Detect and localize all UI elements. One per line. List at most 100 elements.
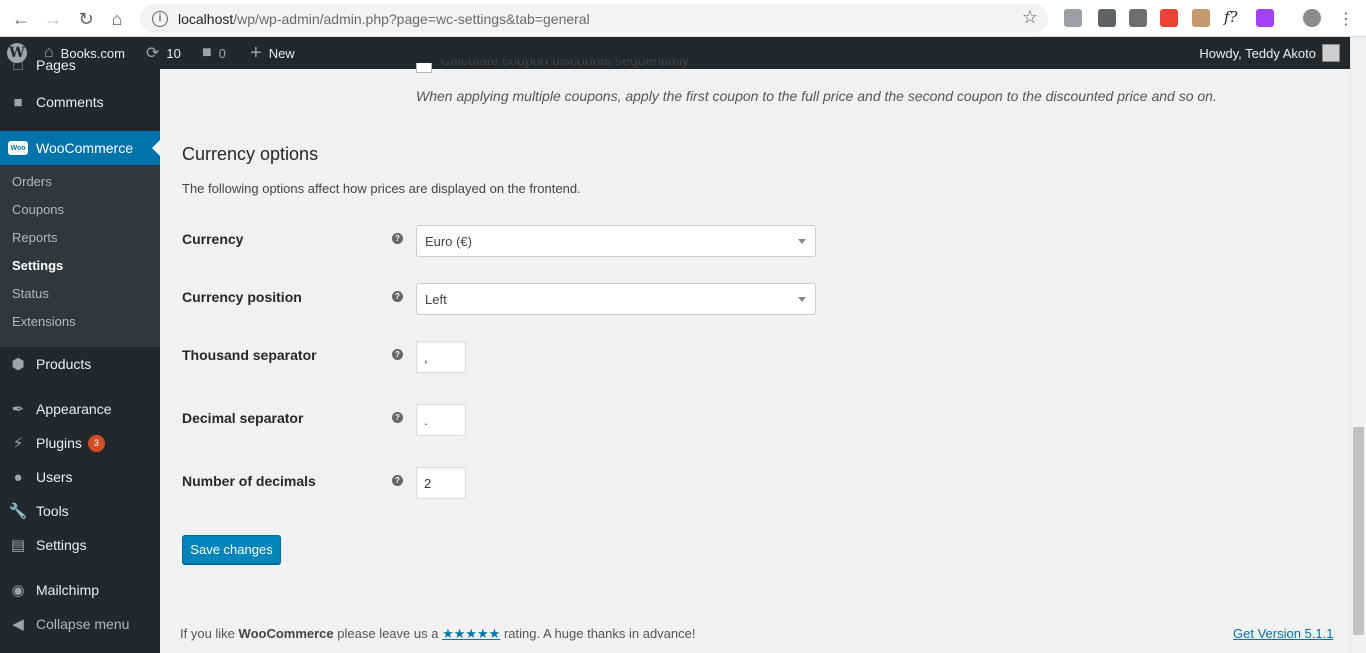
browser-menu-icon[interactable]: ⋮	[1333, 6, 1359, 32]
extension-icon-1[interactable]	[1064, 9, 1082, 27]
sidebar-item-mailchimp[interactable]: ◉ Mailchimp	[0, 573, 160, 607]
forward-button[interactable]: →	[40, 6, 66, 32]
section-title: Currency options	[182, 144, 319, 164]
address-bar[interactable]: i localhost/wp/wp-admin/admin.php?page=w…	[140, 4, 1048, 33]
back-button[interactable]: ←	[8, 6, 34, 32]
help-icon[interactable]: ?	[392, 475, 403, 486]
currency-position-label: Currency position	[182, 289, 302, 305]
thousand-separator-input[interactable]: ,	[416, 341, 466, 373]
submenu-extensions[interactable]: Extensions	[12, 314, 76, 329]
plugins-update-badge: 3	[87, 434, 105, 452]
updates-count: 10	[166, 45, 181, 61]
collapse-label: Collapse menu	[36, 616, 130, 632]
submenu-settings[interactable]: Settings	[12, 258, 63, 273]
help-icon[interactable]: ?	[392, 233, 403, 244]
site-info-icon[interactable]: i	[152, 10, 168, 27]
font-extension-icon[interactable]: f?	[1224, 8, 1242, 26]
mailchimp-icon: ◉	[11, 582, 25, 599]
sidebar-item-settings[interactable]: ▤ Settings	[0, 528, 160, 562]
collapse-menu-button[interactable]: ◀ Collapse menu	[0, 607, 160, 641]
sidebar-item-label: Tools	[36, 503, 69, 519]
user-icon: ●	[13, 468, 23, 486]
howdy-text: Howdy, Teddy Akoto	[1199, 45, 1316, 61]
comments-count: 0	[218, 45, 226, 61]
comments-icon: ■	[13, 93, 23, 111]
sidebar-item-pages[interactable]: □ Pages	[0, 52, 160, 78]
sidebar-item-label: Appearance	[36, 401, 112, 417]
rating-stars-link[interactable]: ★★★★★	[442, 626, 500, 641]
currency-position-value: Left	[425, 291, 447, 307]
reload-button[interactable]: ↻	[73, 6, 99, 32]
submenu-coupons[interactable]: Coupons	[12, 202, 64, 217]
section-description: The following options affect how prices …	[182, 181, 581, 196]
number-of-decimals-label: Number of decimals	[182, 473, 316, 489]
help-icon[interactable]: ?	[392, 349, 403, 360]
help-icon[interactable]: ?	[392, 412, 403, 423]
footer-text-middle: please leave us a	[333, 626, 443, 641]
bookmark-star-icon[interactable]: ☆	[1022, 7, 1038, 28]
footer-text-before: If you like	[180, 626, 239, 641]
admin-sidebar: □ Pages ■ Comments Woo WooCommerce Order…	[0, 57, 160, 653]
sidebar-item-plugins[interactable]: ⚡ Plugins 3	[0, 426, 160, 460]
browser-toolbar: ← → ↻ ⌂ i localhost/wp/wp-admin/admin.ph…	[0, 0, 1366, 37]
page-scrollbar[interactable]	[1350, 37, 1366, 653]
sidebar-item-label: Settings	[36, 537, 87, 553]
submenu-status[interactable]: Status	[12, 286, 49, 301]
decimal-separator-input[interactable]: .	[416, 404, 466, 436]
footer-rating-text: If you like WooCommerce please leave us …	[180, 626, 695, 642]
save-changes-button[interactable]: Save changes	[182, 535, 281, 564]
sidebar-item-appearance[interactable]: ✒ Appearance	[0, 392, 160, 426]
new-label: New	[268, 45, 295, 61]
sidebar-item-label: Products	[36, 356, 92, 372]
settings-sliders-icon: ▤	[10, 537, 26, 554]
url-host: localhost	[178, 10, 234, 27]
footer-brand: WooCommerce	[238, 626, 334, 641]
collapse-arrow-icon: ◀	[12, 616, 24, 633]
avatar	[1322, 44, 1340, 62]
currency-position-select[interactable]: Left	[416, 283, 816, 315]
sidebar-item-products[interactable]: ⬢ Products	[0, 347, 160, 381]
home-button[interactable]: ⌂	[104, 6, 130, 32]
sidebar-item-label: WooCommerce	[36, 140, 133, 156]
comments-link[interactable]: ■ 0	[202, 37, 226, 69]
settings-content: Calculate coupon discounts sequentially …	[160, 59, 1350, 653]
sidebar-item-label: Pages	[36, 57, 76, 73]
coupon-description: When applying multiple coupons, apply th…	[416, 88, 1217, 104]
extension-icon-7[interactable]	[1256, 9, 1274, 27]
extension-icon-2[interactable]	[1098, 9, 1116, 27]
currency-label: Currency	[182, 231, 244, 247]
sidebar-item-woocommerce[interactable]: Woo WooCommerce	[0, 131, 160, 165]
currency-select[interactable]: Euro (€)	[416, 225, 816, 257]
account-menu[interactable]: Howdy, Teddy Akoto	[1199, 37, 1340, 69]
submenu-reports[interactable]: Reports	[12, 230, 58, 245]
footer-text-after: rating. A huge thanks in advance!	[500, 626, 696, 641]
chevron-down-icon	[798, 239, 806, 244]
sidebar-item-tools[interactable]: 🔧 Tools	[0, 494, 160, 528]
sequential-coupons-label: Calculate coupon discounts sequentially	[440, 59, 690, 68]
products-icon: ⬢	[11, 356, 25, 373]
extension-icon-3[interactable]	[1129, 9, 1147, 27]
sequential-coupons-checkbox[interactable]	[416, 63, 432, 73]
scrollbar-thumb[interactable]	[1353, 427, 1364, 635]
woocommerce-icon: Woo	[0, 141, 36, 155]
help-icon[interactable]: ?	[392, 291, 403, 302]
profile-avatar-icon[interactable]	[1303, 9, 1321, 27]
sidebar-item-label: Plugins	[36, 435, 82, 451]
url-path: /wp/wp-admin/admin.php?page=wc-settings&…	[233, 10, 590, 27]
comment-bubble-icon: ■	[202, 44, 212, 61]
submenu-orders[interactable]: Orders	[12, 174, 52, 189]
wrench-icon: 🔧	[8, 503, 28, 520]
sidebar-item-label: Users	[36, 469, 73, 485]
paintbrush-icon: ✒	[11, 401, 25, 418]
plus-icon: +	[250, 41, 262, 64]
get-version-link[interactable]: Get Version 5.1.1	[1233, 626, 1333, 641]
extension-icon-5[interactable]	[1192, 9, 1210, 27]
new-content-link[interactable]: + New	[250, 37, 295, 69]
plug-icon: ⚡	[12, 435, 24, 452]
sidebar-item-users[interactable]: ● Users	[0, 460, 160, 494]
thousand-separator-label: Thousand separator	[182, 347, 317, 363]
number-of-decimals-input[interactable]: 2	[416, 467, 466, 499]
sidebar-item-comments[interactable]: ■ Comments	[0, 85, 160, 119]
currency-value: Euro (€)	[425, 233, 472, 249]
extension-icon-4[interactable]	[1160, 9, 1178, 27]
